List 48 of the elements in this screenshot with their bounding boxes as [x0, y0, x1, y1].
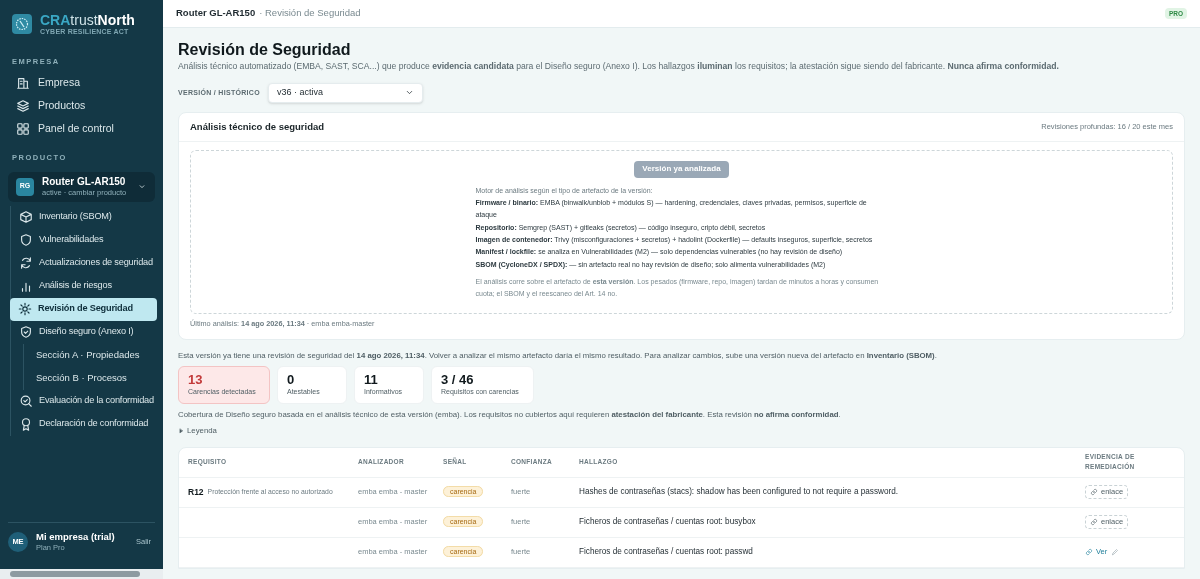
breadcrumb-page: · Revisión de Seguridad [259, 6, 361, 21]
table-cell: Ficheros de contraseñas / cuentas root: passwd [579, 546, 753, 556]
gear-icon [18, 302, 32, 316]
breadcrumb-product[interactable]: Router GL-AR150 [176, 6, 256, 21]
logo-icon [12, 14, 32, 34]
stat-value: 11 [364, 372, 379, 388]
stat-value: 3 / 46 [441, 372, 475, 388]
page-title: Revisión de Seguridad [178, 40, 352, 60]
account-name: Mi empresa (trial) [36, 530, 116, 542]
edit-button[interactable] [1111, 548, 1120, 557]
card-title: Análisis técnico de seguridad [190, 119, 325, 134]
nav-item[interactable]: Panel de control [8, 117, 155, 141]
link-icon [1085, 548, 1093, 557]
nav-item[interactable]: Productos [8, 94, 155, 118]
nav-subitem[interactable]: Sección A · Propiedades [23, 343, 157, 367]
grid-icon [16, 121, 30, 136]
building-icon [16, 75, 30, 90]
nav-item[interactable]: Declaración de conformidad [11, 412, 157, 436]
table-cell: Hashes de contraseñas (stacs): shadow has been configured to not require a password. [579, 486, 899, 496]
link-icon [1090, 518, 1098, 527]
nav-item[interactable]: Inventario (SBOM) [11, 205, 157, 229]
nav-subitem[interactable]: Sección B · Procesos [23, 366, 157, 390]
shield-icon [19, 233, 33, 247]
stat-value: 0 [287, 372, 296, 388]
nav-item[interactable]: Evaluación de la conformidad [11, 389, 157, 413]
nav-item[interactable]: Vulnerabilidades [11, 228, 157, 252]
pencil-icon [1111, 548, 1120, 557]
stat-value: 13 [188, 372, 204, 388]
nav-item[interactable]: Empresa [8, 71, 155, 95]
nav-item[interactable]: Diseño seguro (Anexo I) [11, 320, 157, 344]
horizontal-scrollbar[interactable] [0, 569, 163, 579]
logo-wordmark: CRAtrustNorth [40, 12, 135, 28]
version-select[interactable]: v36 · activa [267, 82, 423, 103]
search-check-icon [19, 394, 33, 408]
product-name: Router GL-AR150 [42, 175, 127, 188]
requirement-code: R12 [188, 485, 204, 499]
triangle-icon [178, 427, 184, 434]
refresh-icon [19, 256, 33, 270]
nav-item[interactable]: Actualizaciones de seguridad [11, 251, 157, 275]
cube-icon [19, 210, 33, 224]
link-icon [1090, 488, 1098, 497]
nav-item[interactable]: Revisión de Seguridad [10, 297, 157, 321]
nav-item[interactable]: Análisis de riesgos [11, 274, 157, 298]
award-icon [19, 417, 33, 431]
layers-icon [16, 98, 30, 113]
table-cell: Ficheros de contraseñas / cuentas root: busybox [579, 516, 756, 526]
page-description: Análisis técnico automatizado (EMBA, SAST, SCA...) que produce evidencia candidata para el Diseño seguro (Anexo I). Los hallazgos iluminan los requisitos; la atestación sigue siendo del fabricante. Nunca afirma conformidad. [178, 60, 1060, 73]
shield-check-icon [19, 325, 33, 339]
